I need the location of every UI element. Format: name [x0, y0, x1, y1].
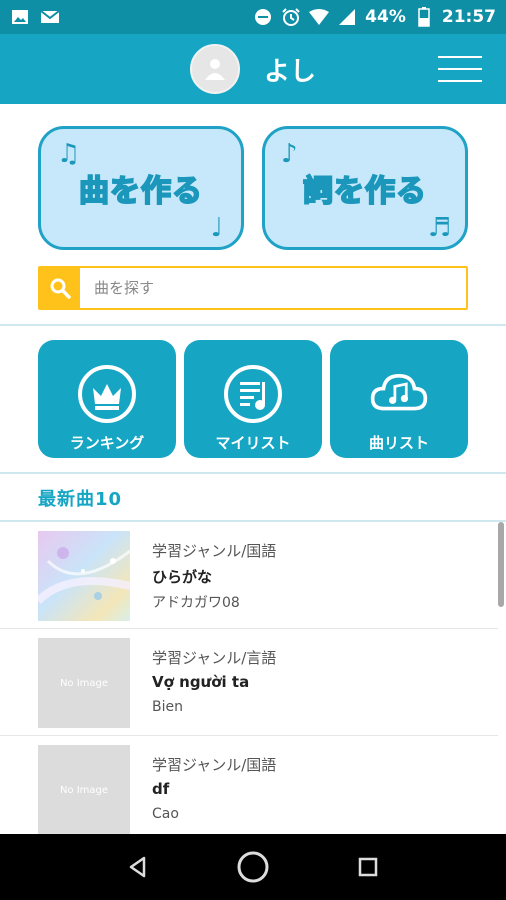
song-genre: 学習ジャンル/言語	[152, 649, 277, 667]
song-thumbnail: No Image	[38, 638, 130, 728]
avatar[interactable]	[189, 44, 240, 94]
mail-icon	[40, 8, 60, 26]
avatar-icon	[204, 59, 225, 80]
cloud-music-icon	[369, 364, 429, 424]
music-note-icon: ♩	[210, 213, 223, 243]
song-title: df	[152, 780, 170, 798]
clock: 21:57	[441, 7, 496, 27]
battery-level: 44%	[365, 7, 406, 27]
username: よし	[263, 56, 316, 87]
music-note-icon: ♬	[427, 213, 451, 243]
make-song-label: 曲を作る	[78, 173, 203, 210]
do-not-disturb-icon	[253, 8, 273, 26]
mylist-tile[interactable]: マイリスト	[184, 340, 322, 458]
status-right: 44% 21:57	[253, 7, 496, 27]
song-author: Bien	[152, 699, 183, 715]
song-author: Cao	[152, 806, 179, 822]
hamburger-menu-icon[interactable]	[438, 56, 482, 82]
home-icon[interactable]	[233, 847, 273, 887]
wifi-icon	[309, 8, 330, 26]
mylist-label: マイリスト	[215, 434, 291, 452]
recents-icon[interactable]	[348, 847, 388, 887]
songlist-label: 曲リスト	[368, 434, 429, 452]
song-title: Vợ người ta	[152, 673, 250, 691]
make-lyrics-label: 詞を作る	[302, 173, 427, 210]
list-item[interactable]: 学習ジャンル/国語 ひらがな アドカガワ08	[0, 522, 498, 629]
song-thumbnail	[38, 531, 130, 621]
status-left	[10, 8, 60, 26]
music-note-icon: ♫	[57, 139, 81, 169]
song-title: ひらがな	[152, 568, 213, 586]
playlist-icon	[223, 364, 283, 424]
song-genre: 学習ジャンル/国語	[152, 542, 277, 560]
songlist-tile[interactable]: 曲リスト	[330, 340, 468, 458]
back-icon[interactable]	[118, 847, 158, 887]
song-thumbnail: No Image	[38, 745, 130, 835]
search-input[interactable]	[80, 268, 466, 308]
song-list: 学習ジャンル/国語 ひらがな アドカガワ08 No Image 学習ジャンル/言…	[0, 522, 498, 843]
alarm-icon	[281, 8, 301, 26]
song-author: アドカガワ08	[152, 595, 240, 611]
status-bar: 44% 21:57	[0, 0, 506, 34]
ranking-label: ランキング	[69, 434, 145, 452]
make-lyrics-button[interactable]: ♪ 詞を作る ♬	[262, 126, 468, 250]
system-nav-bar	[0, 834, 506, 900]
crown-icon	[77, 364, 137, 424]
list-item[interactable]: No Image 学習ジャンル/国語 df Cao	[0, 736, 498, 843]
ranking-tile[interactable]: ランキング	[38, 340, 176, 458]
no-image-label: No Image	[59, 677, 109, 689]
no-image-label: No Image	[59, 784, 109, 796]
signal-icon	[337, 8, 357, 26]
image-icon	[10, 8, 30, 26]
song-genre: 学習ジャンル/国語	[152, 756, 277, 774]
make-song-button[interactable]: ♫ 曲を作る ♩	[38, 126, 244, 250]
divider	[0, 324, 506, 326]
music-note-icon: ♪	[281, 139, 298, 169]
app-header: よし	[0, 34, 506, 104]
search-icon[interactable]	[40, 268, 80, 308]
scrollbar[interactable]	[498, 522, 504, 607]
divider	[0, 472, 506, 474]
search-box	[38, 266, 468, 310]
battery-icon	[414, 7, 434, 27]
section-title: 最新曲10	[38, 489, 123, 510]
list-item[interactable]: No Image 学習ジャンル/言語 Vợ người ta Bien	[0, 629, 498, 736]
